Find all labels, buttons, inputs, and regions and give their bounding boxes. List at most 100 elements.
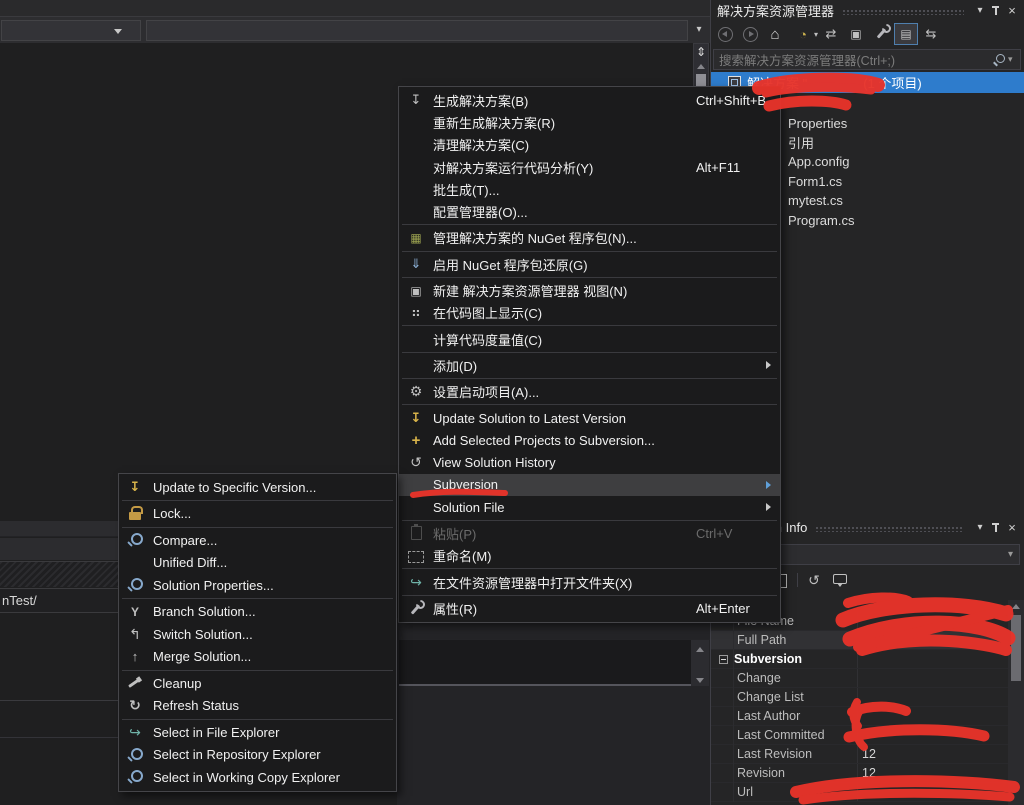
property-row[interactable]: Full Path xyxy=(711,631,1008,650)
menu-item-label: 属性(R) xyxy=(433,599,477,618)
pin-icon[interactable] xyxy=(988,520,1004,535)
menu-item[interactable]: Add Selected Projects to Subversion... xyxy=(399,429,780,451)
pin-icon[interactable] xyxy=(988,3,1004,18)
menu-item[interactable]: Refresh Status xyxy=(119,695,396,718)
paste-icon xyxy=(403,524,429,542)
menu-item[interactable]: 属性(R) Alt+Enter xyxy=(399,597,780,619)
menu-item-icon xyxy=(403,136,429,154)
menu-item[interactable]: Solution Properties... xyxy=(119,574,396,597)
menu-item[interactable]: 重命名(M) xyxy=(399,545,780,567)
property-row[interactable]: Last Revision 12 xyxy=(711,745,1008,764)
property-row[interactable]: Change xyxy=(711,669,1008,688)
scroll-up-icon[interactable] xyxy=(1012,604,1020,609)
property-row[interactable]: Change List xyxy=(711,688,1008,707)
search-input[interactable]: 搜索解决方案资源管理器(Ctrl+;) ▾ xyxy=(713,49,1021,70)
property-row[interactable]: Url xyxy=(711,783,1008,802)
bottom-list-box[interactable] xyxy=(399,640,691,686)
search-icon[interactable] xyxy=(990,52,1008,68)
comment-icon[interactable] xyxy=(830,571,848,589)
forward-icon[interactable] xyxy=(738,23,762,45)
menu-item[interactable]: Unified Diff... xyxy=(119,552,396,575)
collapse-all-icon[interactable] xyxy=(844,23,868,45)
menu-item[interactable]: 添加(D) xyxy=(399,354,780,376)
toolbar-divider xyxy=(797,573,798,587)
menu-item[interactable]: 粘贴(P) Ctrl+V xyxy=(399,522,780,544)
tree-item-label: mytest.cs xyxy=(788,193,843,208)
scroll-down-icon[interactable] xyxy=(696,678,704,683)
menu-item[interactable]: Compare... xyxy=(119,529,396,552)
menu-item-label: Select in Working Copy Explorer xyxy=(153,770,340,785)
property-grid: File Name Full Path Subversion Change xyxy=(711,612,1008,802)
chevron-down-icon[interactable]: ▾ xyxy=(690,21,708,39)
menu-item-label: Cleanup xyxy=(153,676,201,691)
menu-item-shortcut: Alt+F11 xyxy=(696,160,740,175)
scroll-up-icon[interactable] xyxy=(696,647,704,652)
toolbar-combo-left[interactable] xyxy=(1,20,141,41)
property-row[interactable]: Last Author xyxy=(711,707,1008,726)
drag-grip xyxy=(842,9,964,15)
menu-item[interactable]: 新建 解决方案资源管理器 视图(N) xyxy=(399,279,780,301)
properties-icon[interactable] xyxy=(869,23,893,45)
collapse-expander-icon[interactable] xyxy=(719,655,728,664)
menu-item[interactable]: Select in Working Copy Explorer xyxy=(119,766,396,789)
menu-separator xyxy=(402,404,777,405)
repo-explorer-icon xyxy=(123,746,147,764)
menu-item[interactable]: Switch Solution... xyxy=(119,623,396,646)
menu-item[interactable]: Solution File xyxy=(399,496,780,518)
close-icon[interactable] xyxy=(1004,3,1020,18)
file-explorer-icon xyxy=(123,723,147,741)
menu-item[interactable]: Lock... xyxy=(119,503,396,526)
menu-item[interactable]: Select in Repository Explorer xyxy=(119,744,396,767)
menu-item[interactable]: View Solution History xyxy=(399,451,780,473)
menu-item[interactable]: Subversion xyxy=(399,474,780,496)
menu-separator xyxy=(402,378,777,379)
menu-item[interactable]: 配置管理器(O)... xyxy=(399,200,780,222)
menu-item[interactable]: 批生成(T)... xyxy=(399,178,780,200)
menu-item[interactable]: 计算代码度量值(C) xyxy=(399,328,780,350)
solution-explorer-title-bar[interactable]: 解决方案资源管理器 xyxy=(711,0,1024,21)
splitter-grip-icon[interactable]: ⇕ xyxy=(694,44,708,60)
menu-item[interactable]: 在文件资源管理器中打开文件夹(X) xyxy=(399,571,780,593)
menu-item[interactable]: 重新生成解决方案(R) xyxy=(399,111,780,133)
menu-item[interactable]: Cleanup xyxy=(119,672,396,695)
menu-item[interactable]: Select in File Explorer xyxy=(119,721,396,744)
menu-item[interactable]: Update Solution to Latest Version xyxy=(399,407,780,429)
toolbar-combo-right[interactable] xyxy=(146,20,688,41)
history-icon[interactable] xyxy=(805,571,823,589)
menu-item[interactable]: Merge Solution... xyxy=(119,646,396,669)
back-icon[interactable] xyxy=(713,23,737,45)
close-icon[interactable] xyxy=(1004,520,1020,535)
sync-with-active-document-icon[interactable] xyxy=(919,23,943,45)
window-position-icon[interactable] xyxy=(972,520,988,535)
menu-item[interactable]: 管理解决方案的 NuGet 程序包(N)... xyxy=(399,227,780,249)
menu-item[interactable]: Branch Solution... xyxy=(119,601,396,624)
scroll-up-icon[interactable] xyxy=(697,64,705,69)
menu-item[interactable]: 启用 NuGet 程序包还原(G) xyxy=(399,253,780,275)
menu-item-label: 设置启动项目(A)... xyxy=(433,382,539,401)
menu-item[interactable]: 生成解决方案(B) Ctrl+Shift+B xyxy=(399,89,780,111)
show-all-files-icon[interactable] xyxy=(894,23,918,45)
scrollbar-thumb[interactable] xyxy=(1011,615,1021,681)
menu-item[interactable]: Update to Specific Version... xyxy=(119,476,396,499)
menu-item[interactable]: 设置启动项目(A)... xyxy=(399,381,780,403)
chevron-down-icon[interactable]: ▾ xyxy=(1008,54,1020,65)
nuget-icon xyxy=(403,229,429,247)
refresh-icon[interactable] xyxy=(819,23,843,45)
menu-item-label: 在代码图上显示(C) xyxy=(433,303,542,322)
wrench-icon xyxy=(403,599,429,617)
property-grid-scrollbar[interactable] xyxy=(1008,600,1024,805)
menu-item[interactable]: 在代码图上显示(C) xyxy=(399,302,780,324)
property-label: Change xyxy=(737,671,857,685)
pending-filter-icon[interactable] xyxy=(788,23,818,45)
bottom-list-scrollbar[interactable] xyxy=(691,640,709,686)
property-row[interactable]: Subversion xyxy=(711,650,1008,669)
property-row[interactable]: Last Committed xyxy=(711,726,1008,745)
menu-item-label: Update to Specific Version... xyxy=(153,480,316,495)
lock-icon xyxy=(123,505,147,523)
drag-grip xyxy=(815,526,964,532)
home-icon[interactable] xyxy=(763,23,787,45)
window-position-icon[interactable] xyxy=(972,3,988,18)
menu-item[interactable]: 对解决方案运行代码分析(Y) Alt+F11 xyxy=(399,156,780,178)
property-row[interactable]: Revision 12 xyxy=(711,764,1008,783)
menu-item[interactable]: 清理解决方案(C) xyxy=(399,134,780,156)
